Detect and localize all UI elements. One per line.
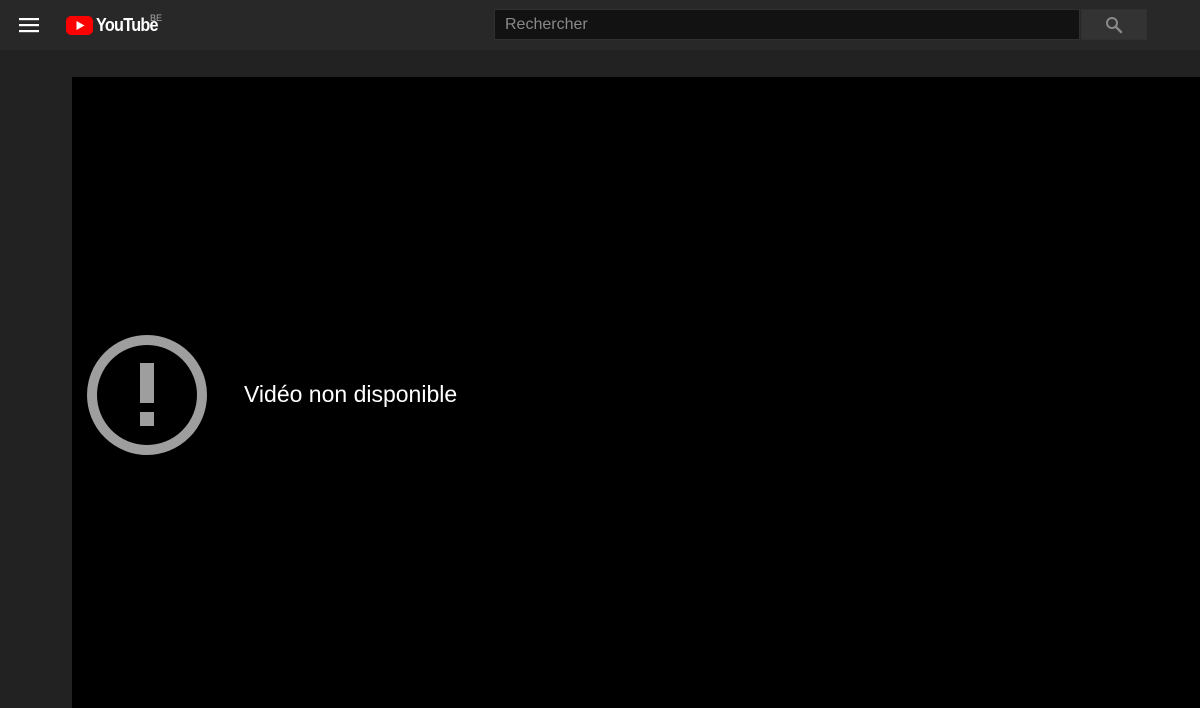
video-player[interactable]: Vidéo non disponible: [72, 77, 1200, 708]
search-icon: [1106, 16, 1123, 33]
country-code: BE: [150, 13, 163, 23]
search-input[interactable]: [495, 10, 1079, 39]
left-margin: [0, 50, 72, 708]
search-button[interactable]: [1081, 9, 1147, 40]
youtube-play-icon: [66, 15, 93, 35]
logo-text: YouTube: [96, 14, 159, 35]
hamburger-menu-icon: [19, 18, 39, 33]
search-box: [494, 9, 1080, 40]
menu-button[interactable]: [12, 8, 46, 42]
top-bar: YouTube BE: [0, 0, 1200, 50]
alert-circle-icon: [87, 335, 207, 455]
error-message: Vidéo non disponible: [244, 381, 458, 407]
